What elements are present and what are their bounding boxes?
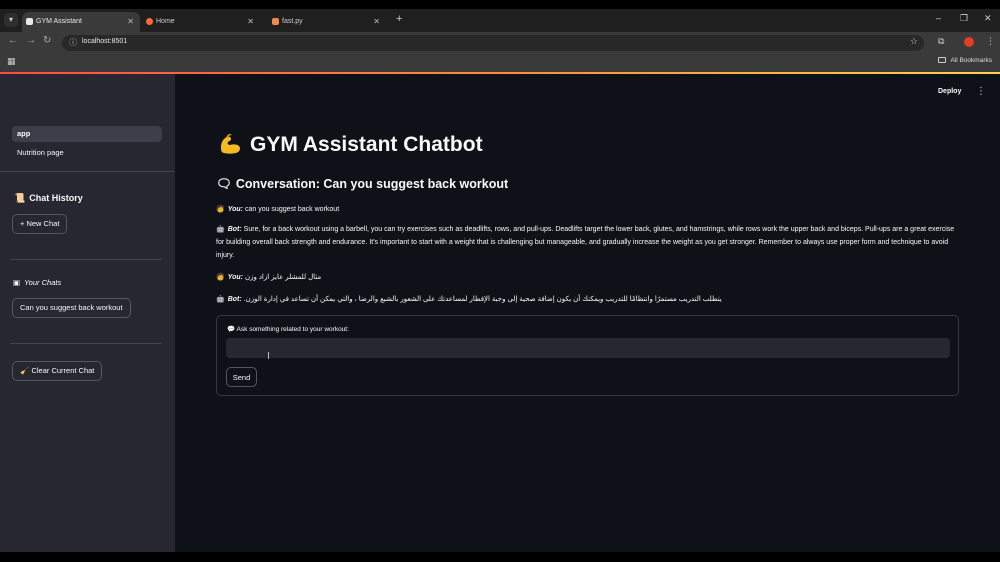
apps-grid-icon[interactable]: ▦ [7, 56, 16, 67]
bot-avatar-icon: 🤖 [216, 296, 225, 303]
speech-balloon-icon: 🗨 [216, 177, 232, 191]
sidebar-nav-divider [0, 171, 175, 172]
question-input[interactable] [226, 338, 950, 358]
user-avatar-icon: 🧑 [216, 274, 225, 281]
broom-icon: 🧹 [20, 366, 32, 375]
browser-toolbar: ← → ↻ ⓘ localhost:8501 ☆ ⧉ ⋮ [0, 32, 1000, 53]
chat-history-heading-text: Chat History [29, 193, 83, 203]
close-tab-icon[interactable]: ✕ [373, 12, 380, 32]
back-icon[interactable]: ← [8, 35, 18, 46]
tab-title: GYM Assistant [36, 18, 82, 25]
message-role: You: [227, 206, 244, 213]
chat-message-bot: 🤖 Bot: يتطلب التدريب مستمرًا وانتظامًا لل… [216, 293, 958, 306]
bookmarks-bar: ▦ All Bookmarks [0, 53, 1000, 72]
streamlit-favicon-icon [26, 18, 33, 25]
file-favicon-icon [272, 18, 279, 25]
tab-title: fast.py [282, 18, 303, 25]
new-tab-icon[interactable]: + [396, 13, 402, 25]
tab-home[interactable]: Home ✕ [142, 12, 260, 32]
tab-gym-assistant[interactable]: GYM Assistant ✕ [22, 12, 140, 32]
question-input-label: 💬 Ask something related to your workout: [227, 325, 349, 333]
sidebar-divider [10, 343, 162, 344]
tab-title: Home [156, 18, 175, 25]
address-bar[interactable]: ⓘ localhost:8501 ☆ [62, 35, 924, 51]
clear-chat-label: Clear Current Chat [31, 366, 95, 375]
sidebar-divider [10, 259, 162, 260]
question-input-label-text: Ask something related to your workout: [236, 326, 349, 333]
your-chats-heading: ▣ Your Chats [13, 278, 61, 287]
chat-message-user: 🧑 You: مثال للمشلر عايز ازاد وزن [216, 271, 958, 284]
profile-avatar[interactable] [964, 37, 974, 47]
restore-icon[interactable]: ❐ [960, 13, 968, 24]
conversation-title: 🗨 Conversation: Can you suggest back work… [216, 177, 508, 192]
message-text: مثال للمشلر عايز ازاد وزن [244, 274, 322, 281]
page-title-text: GYM Assistant Chatbot [250, 133, 483, 156]
forward-icon[interactable]: → [26, 35, 36, 46]
sidebar-nav-nutrition[interactable]: Nutrition page [12, 145, 162, 161]
close-tab-icon[interactable]: ✕ [247, 12, 254, 32]
main-menu-icon[interactable]: ⋮ [976, 86, 986, 97]
mouse-cursor [268, 352, 269, 359]
sidebar-nav-app[interactable]: app [12, 126, 162, 142]
reload-icon[interactable]: ↻ [43, 35, 51, 46]
message-text: يتطلب التدريب مستمرًا وانتظامًا للتدريب … [243, 296, 722, 303]
conversation-title-text: Conversation: Can you suggest back worko… [235, 177, 509, 191]
minimize-icon[interactable]: – [936, 13, 941, 23]
chat-message-bot: 🤖 Bot: Sure, for a back workout using a b… [216, 223, 958, 262]
chat-item-button[interactable]: Can you suggest back workout [12, 298, 131, 318]
message-text: Sure, for a back workout using a barbell… [216, 226, 955, 259]
your-chats-heading-text: Your Chats [24, 278, 62, 287]
browser-menu-icon[interactable]: ⋮ [986, 36, 995, 47]
home-favicon-icon [146, 18, 153, 25]
deploy-button[interactable]: Deploy [938, 88, 961, 95]
message-role: You: [227, 274, 244, 281]
message-role: Bot: [227, 226, 242, 233]
close-tab-icon[interactable]: ✕ [127, 12, 134, 32]
folder-icon [938, 57, 947, 63]
speech-bubble-icon: 💬 [227, 326, 237, 333]
url-text: localhost:8501 [82, 38, 128, 45]
new-chat-button[interactable]: + New Chat [12, 214, 68, 234]
chat-message-user: 🧑 You: can you suggest back workout [216, 203, 958, 216]
all-bookmarks[interactable]: All Bookmarks [938, 57, 992, 64]
site-info-icon[interactable]: ⓘ [69, 37, 77, 48]
tab-fast-py[interactable]: fast.py ✕ [268, 12, 386, 32]
send-button[interactable]: Send [226, 367, 257, 387]
tab-bar: ▾ GYM Assistant ✕ Home ✕ fast.py ✕ + – ❐… [0, 9, 1000, 32]
close-window-icon[interactable]: ✕ [984, 13, 992, 24]
tab-search-icon[interactable]: ▾ [4, 13, 18, 27]
workout-question-form: 💬 Ask something related to your workout:… [216, 315, 959, 396]
chat-history-heading: 📜 Chat History [14, 193, 83, 204]
sidebar: app Nutrition page 📜 Chat History + New C… [0, 74, 175, 552]
chat-list-icon: ▣ [13, 278, 21, 287]
message-text: can you suggest back workout [244, 206, 340, 213]
scroll-icon: 📜 [14, 193, 26, 203]
page-title: GYM Assistant Chatbot [218, 133, 483, 157]
user-avatar-icon: 🧑 [216, 206, 225, 213]
bot-avatar-icon: 🤖 [216, 226, 225, 233]
browser-window: ▾ GYM Assistant ✕ Home ✕ fast.py ✕ + – ❐… [0, 9, 1000, 552]
new-chat-label: New Chat [26, 219, 60, 228]
all-bookmarks-label: All Bookmarks [950, 57, 992, 64]
message-role: Bot: [227, 296, 242, 303]
clear-current-chat-button[interactable]: 🧹 Clear Current Chat [12, 361, 103, 381]
flexed-biceps-icon [221, 133, 240, 154]
extensions-icon[interactable]: ⧉ [938, 36, 944, 47]
bookmark-star-icon[interactable]: ☆ [910, 36, 918, 47]
